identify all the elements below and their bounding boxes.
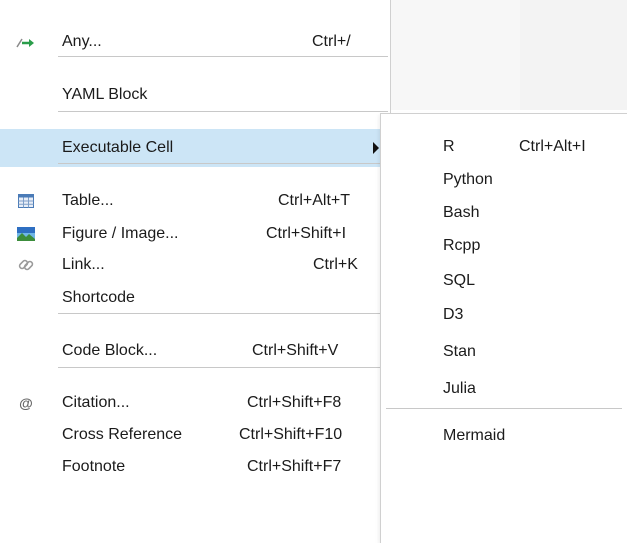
menu-item-label: Figure / Image... (62, 225, 179, 242)
submenu-item-label: D3 (443, 306, 464, 323)
menu-separator (58, 313, 388, 314)
menu-item-shortcut: Ctrl+Alt+T (278, 192, 351, 209)
menu-item-shortcut: Ctrl+Shift+F7 (247, 458, 342, 475)
menu-item-label: Executable Cell (62, 139, 174, 156)
menu-item-shortcut: Ctrl+Shift+V (252, 342, 339, 359)
submenu-item-shortcut: Ctrl+Alt+I (519, 138, 586, 155)
menu-item-label: Footnote (62, 458, 126, 475)
menu-item-label: Table... (62, 192, 114, 209)
submenu-item-label: Stan (443, 343, 476, 360)
menu-item-yaml-block[interactable]: YAML Block (0, 76, 391, 114)
menu-separator (58, 163, 388, 164)
link-icon (16, 257, 36, 273)
menu-item-shortcut: Ctrl+Shift+I (266, 225, 347, 242)
menu-item-label: Citation... (62, 394, 130, 411)
menu-item-shortcut: Ctrl+K (313, 256, 358, 273)
submenu-arrow-icon (373, 142, 379, 154)
submenu-item-mermaid[interactable]: Mermaid (381, 419, 627, 453)
page: Any... Ctrl+/ YAML Block Executable Cell… (0, 0, 627, 543)
menu-separator (58, 367, 388, 368)
submenu-item-label: SQL (443, 272, 476, 289)
editor-background (388, 0, 520, 110)
menu-item-label: Shortcode (62, 289, 135, 306)
submenu-item-bash[interactable]: Bash (381, 196, 627, 230)
menu-item-label: Link... (62, 256, 105, 273)
image-icon (16, 226, 36, 242)
menu-item-label: Code Block... (62, 342, 158, 359)
submenu-item-label: Julia (443, 380, 476, 397)
submenu-item-stan[interactable]: Stan (381, 335, 627, 369)
menu-item-label: Cross Reference (62, 426, 183, 443)
submenu-item-label: Rcpp (443, 237, 481, 254)
submenu-item-d3[interactable]: D3 (381, 298, 627, 332)
table-icon (16, 193, 36, 209)
menu-item-executable-cell[interactable]: Executable Cell (0, 129, 391, 167)
submenu-item-label: Bash (443, 204, 480, 221)
submenu-item-r[interactable]: R Ctrl+Alt+I (381, 130, 627, 164)
menu-item-shortcode[interactable]: Shortcode (0, 279, 391, 317)
editor-panel (520, 0, 627, 110)
at-icon: @ (19, 395, 33, 411)
menu-item-code-block[interactable]: Code Block... Ctrl+Shift+V (0, 332, 391, 370)
menu-item-shortcut: Ctrl+Shift+F10 (239, 426, 343, 443)
menu-separator (58, 56, 388, 57)
submenu-item-label: Mermaid (443, 427, 506, 444)
menu-item-footnote[interactable]: Footnote Ctrl+Shift+F7 (0, 448, 391, 486)
submenu-item-rcpp[interactable]: Rcpp (381, 229, 627, 263)
menu-item-label: Any... (62, 33, 102, 50)
menu-item-shortcut: Ctrl+Shift+F8 (247, 394, 342, 411)
insert-menu: Any... Ctrl+/ YAML Block Executable Cell… (0, 0, 391, 543)
submenu-item-label: R (443, 138, 455, 155)
submenu-item-python[interactable]: Python (381, 163, 627, 197)
menu-item-label: YAML Block (62, 86, 148, 103)
submenu-separator (386, 408, 622, 409)
submenu-item-label: Python (443, 171, 493, 188)
menu-separator (58, 111, 388, 112)
submenu-item-sql[interactable]: SQL (381, 264, 627, 298)
submenu-item-julia[interactable]: Julia (381, 372, 627, 406)
executable-cell-submenu: R Ctrl+Alt+I Python Bash Rcpp SQL D3 Sta… (380, 113, 627, 543)
insert-arrow-icon (16, 34, 36, 50)
menu-item-shortcut: Ctrl+/ (312, 33, 351, 50)
